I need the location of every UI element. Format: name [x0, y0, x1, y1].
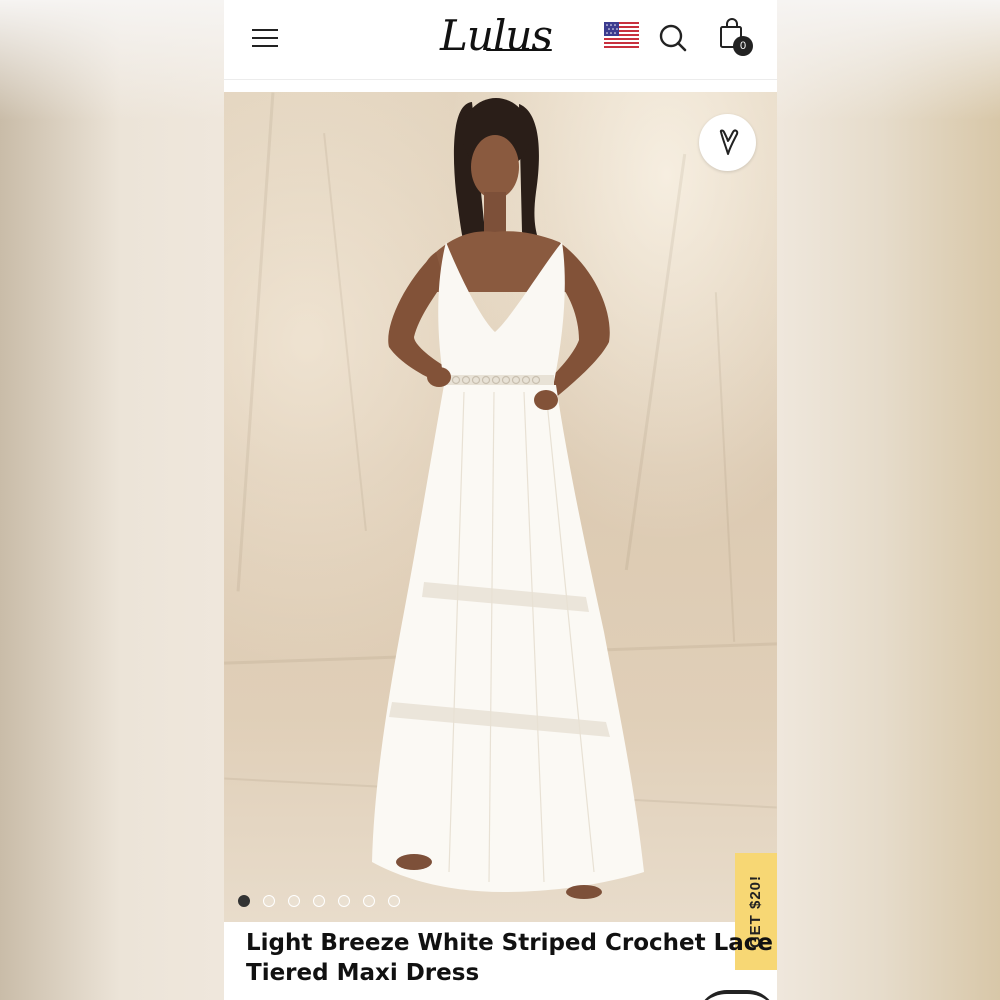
gallery-dot[interactable]: [313, 895, 325, 907]
product-photo-model-white-maxi-dress: [372, 98, 644, 899]
search-icon[interactable]: [657, 22, 689, 54]
product-title-line-1: Light Breeze White Striped Crochet Lace: [246, 930, 774, 956]
wishlist-button[interactable]: [699, 114, 756, 171]
gallery-dot[interactable]: [338, 895, 350, 907]
gallery-dot[interactable]: [388, 895, 400, 907]
mobile-page: Lulus 0 GET $20! Light Breeze White Stri…: [224, 0, 777, 1000]
product-title: Light Breeze White Striped Crochet Lace …: [246, 928, 774, 988]
gallery-dot[interactable]: [288, 895, 300, 907]
product-image-gallery[interactable]: [224, 92, 777, 922]
gallery-dot[interactable]: [263, 895, 275, 907]
logo-underline: [486, 49, 552, 51]
gallery-dot[interactable]: [238, 895, 250, 907]
product-title-line-2: Tiered Maxi Dress: [246, 960, 480, 986]
chat-button-edge[interactable]: [697, 990, 777, 1000]
gallery-pagination: [238, 895, 400, 909]
heart-icon: [719, 129, 739, 155]
hamburger-menu-icon[interactable]: [250, 24, 280, 52]
us-flag-icon[interactable]: [604, 22, 639, 48]
site-header: Lulus 0: [224, 0, 777, 80]
shopping-bag-icon[interactable]: 0: [718, 18, 754, 58]
cart-count-badge: 0: [733, 36, 753, 56]
gallery-dot[interactable]: [363, 895, 375, 907]
site-logo[interactable]: Lulus: [436, 8, 556, 64]
